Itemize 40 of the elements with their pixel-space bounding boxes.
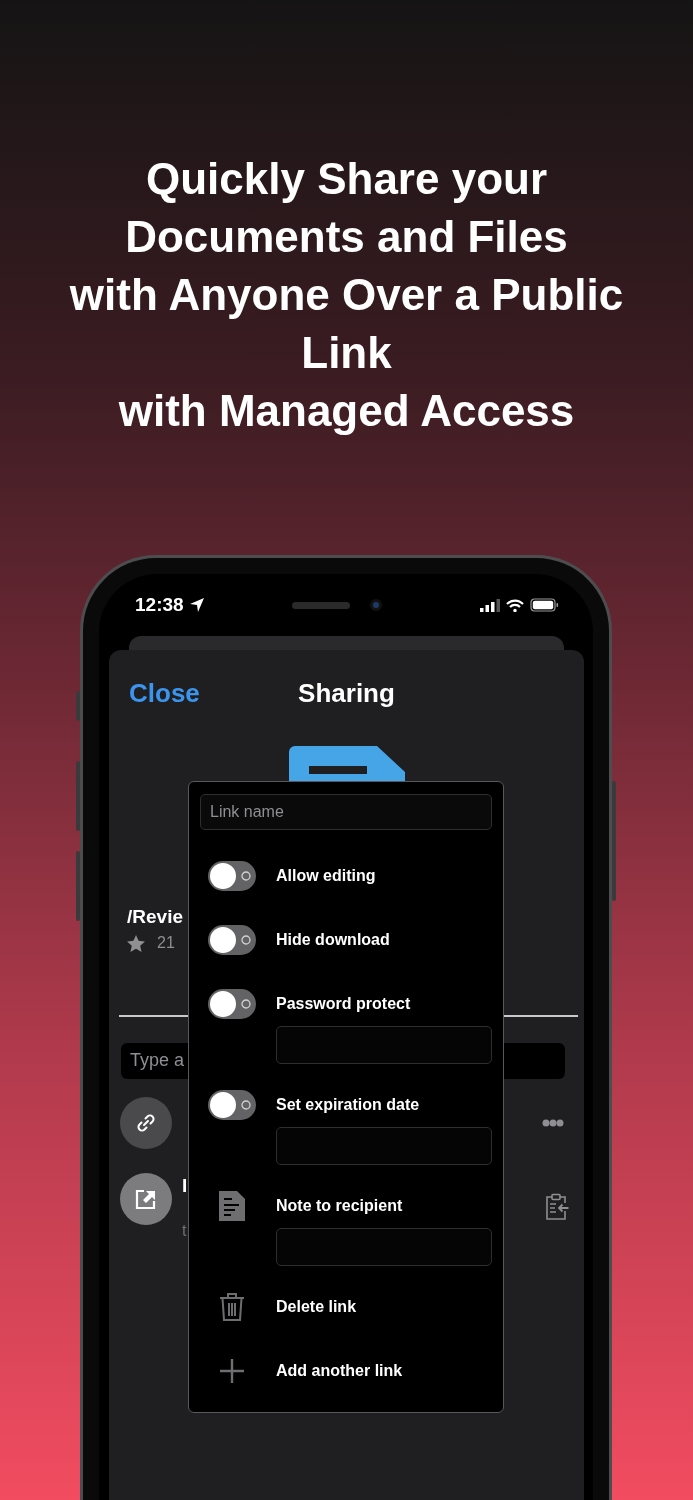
plus-icon: [219, 1358, 245, 1384]
menu-item[interactable]: Delete link: [276, 1298, 357, 1316]
option-label: Password protect: [276, 995, 411, 1013]
file-path: /Revie: [127, 905, 183, 929]
toggle-indicator-icon: [241, 999, 251, 1009]
location-arrow-icon: [188, 597, 205, 613]
signal-icon: [480, 598, 500, 612]
toggle-indicator-icon: [241, 935, 251, 945]
link-icon: [136, 1112, 156, 1133]
file-size: 21: [157, 934, 175, 952]
input-field[interactable]: [276, 1127, 492, 1165]
toggle-switch[interactable]: [208, 925, 256, 955]
sheet-title: Sharing: [298, 676, 395, 710]
star-icon: [127, 934, 145, 952]
trash-icon: [219, 1292, 245, 1322]
option-label: Allow editing: [276, 867, 376, 885]
clipboard-icon: [545, 1192, 569, 1221]
toggle-switch[interactable]: [208, 1090, 256, 1120]
document-icon: [219, 1191, 245, 1221]
option-label: Hide download: [276, 931, 390, 949]
status-time: 12:38: [135, 594, 184, 616]
headline: Quickly Share your Documents and Files with Anyone Over a Public Link with Managed Access: [68, 153, 625, 437]
document-icon: [288, 746, 405, 781]
option-label: Note to recipient: [276, 1197, 403, 1215]
wifi-icon: [506, 598, 524, 612]
toggle-switch[interactable]: [208, 861, 256, 891]
share-subtitle: t: [182, 1220, 188, 1241]
toggle-indicator-icon: [241, 1100, 251, 1110]
external-link-icon: [135, 1187, 157, 1210]
toggle-indicator-icon: [241, 871, 251, 881]
share-title: I: [182, 1174, 188, 1197]
input-field[interactable]: [276, 1228, 492, 1266]
option-label: Set expiration date: [276, 1096, 420, 1114]
input-field[interactable]: [276, 1026, 492, 1064]
menu-item[interactable]: Add another link: [276, 1362, 403, 1380]
battery-icon: [530, 598, 559, 612]
more-icon: [542, 1118, 564, 1127]
toggle-switch[interactable]: [208, 989, 256, 1019]
close-button[interactable]: Close: [129, 675, 200, 710]
link-name-field[interactable]: Link name: [200, 794, 492, 830]
